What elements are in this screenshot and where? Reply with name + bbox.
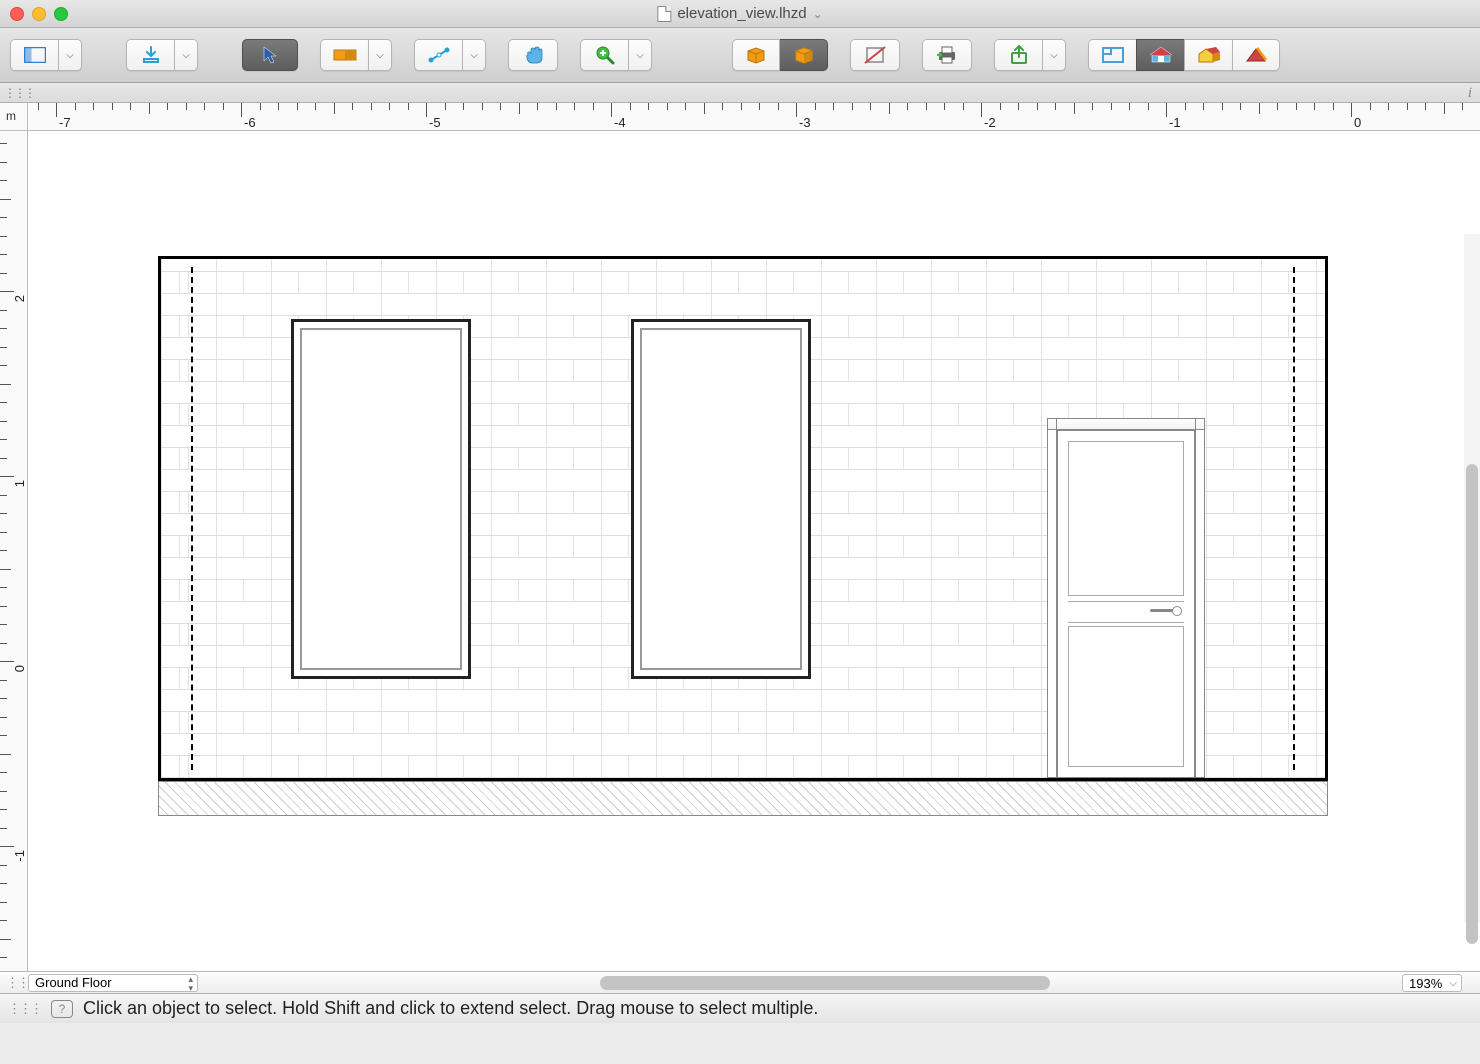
chevron-down-icon: ⌵ xyxy=(66,50,74,61)
level-bar: ⋮⋮⋮ Ground Floor ▴▾ 193% ⌵ xyxy=(0,971,1480,993)
horizontal-scrollbar-thumb[interactable] xyxy=(600,976,1050,990)
window-2[interactable] xyxy=(631,319,811,679)
wall-tool-button[interactable] xyxy=(320,39,368,71)
canvas[interactable] xyxy=(28,131,1480,971)
wall-edge-marker-right xyxy=(1293,267,1295,770)
3d-view-b-button[interactable] xyxy=(780,39,828,71)
chevron-down-icon: ⌵ xyxy=(1050,50,1058,61)
perspective-view-button[interactable] xyxy=(1184,39,1232,71)
dimension-tool-button[interactable] xyxy=(414,39,462,71)
chevron-down-icon: ⌵ xyxy=(470,50,478,61)
chevron-down-icon: ⌵ xyxy=(1449,978,1457,989)
document-title[interactable]: elevation_view.lhzd ⌄ xyxy=(657,5,822,22)
download-icon xyxy=(142,46,160,64)
grip-icon[interactable]: ⋮⋮⋮ xyxy=(8,1001,41,1017)
vertical-scrollbar-thumb[interactable] xyxy=(1466,464,1478,944)
door-1[interactable] xyxy=(1047,418,1205,778)
share-icon xyxy=(1010,45,1028,65)
vertical-ruler[interactable]: 3210-1 xyxy=(0,131,28,971)
house-roof-icon xyxy=(1243,45,1269,65)
hand-icon xyxy=(522,45,544,65)
section-icon xyxy=(863,45,887,65)
grip-icon[interactable]: ⋮⋮⋮ xyxy=(4,86,34,100)
ruler-options-bar: ⋮⋮⋮ i xyxy=(0,83,1480,103)
zoom-value: 193% xyxy=(1409,976,1442,991)
level-name: Ground Floor xyxy=(35,975,112,990)
horizontal-scrollbar[interactable] xyxy=(540,976,1380,990)
wall-edge-marker-left xyxy=(191,267,193,770)
ruler-unit-label: m xyxy=(0,103,28,131)
status-bar: ⋮⋮⋮ ? Click an object to select. Hold Sh… xyxy=(0,993,1480,1023)
status-hint: Click an object to select. Hold Shift an… xyxy=(83,998,818,1019)
wall-icon xyxy=(333,47,357,63)
updown-icon: ▴▾ xyxy=(188,975,193,993)
level-selector[interactable]: Ground Floor ▴▾ xyxy=(28,974,198,992)
window-controls xyxy=(10,7,68,21)
zoom-tool-button[interactable] xyxy=(580,39,628,71)
wall-tool-menu[interactable]: ⌵ xyxy=(368,39,392,71)
chevron-down-icon: ⌵ xyxy=(376,50,384,61)
render-view-button[interactable] xyxy=(1232,39,1280,71)
door-handle-icon xyxy=(1150,609,1180,612)
horizontal-ruler[interactable]: -7-6-5-4-3-2-10 xyxy=(28,103,1480,131)
toolbar: ⌵ ⌵ ⌵ ⌵ ⌵ xyxy=(0,28,1480,83)
dimension-icon xyxy=(428,46,450,64)
elevation-view-button[interactable] xyxy=(1136,39,1184,71)
chevron-down-icon: ⌵ xyxy=(636,50,644,61)
share-menu[interactable]: ⌵ xyxy=(1042,39,1066,71)
close-window-button[interactable] xyxy=(10,7,24,21)
pan-tool-button[interactable] xyxy=(508,39,558,71)
dimension-tool-menu[interactable]: ⌵ xyxy=(462,39,486,71)
sidebar-toggle-button[interactable] xyxy=(10,39,58,71)
titlebar: elevation_view.lhzd ⌄ xyxy=(0,0,1480,28)
plan-view-button[interactable] xyxy=(1088,39,1136,71)
import-menu[interactable]: ⌵ xyxy=(174,39,198,71)
chevron-down-icon: ⌵ xyxy=(182,50,190,61)
cube-filled-icon xyxy=(793,45,815,65)
zoom-in-icon xyxy=(595,45,615,65)
chevron-down-icon: ⌄ xyxy=(813,7,823,21)
wall-elevation[interactable] xyxy=(158,256,1328,781)
zoom-tool-menu[interactable]: ⌵ xyxy=(628,39,652,71)
window-1[interactable] xyxy=(291,319,471,679)
print-icon xyxy=(935,45,959,65)
help-icon[interactable]: ? xyxy=(51,1000,73,1018)
vertical-scrollbar[interactable] xyxy=(1464,234,1480,923)
select-tool-button[interactable] xyxy=(242,39,298,71)
house-3d-icon xyxy=(1196,45,1222,65)
minimize-window-button[interactable] xyxy=(32,7,46,21)
cursor-icon xyxy=(261,45,279,65)
fullscreen-window-button[interactable] xyxy=(54,7,68,21)
share-button[interactable] xyxy=(994,39,1042,71)
sidebar-toggle-menu[interactable]: ⌵ xyxy=(58,39,82,71)
document-filename: elevation_view.lhzd xyxy=(677,5,806,22)
document-icon xyxy=(657,6,671,22)
3d-view-a-button[interactable] xyxy=(732,39,780,71)
print-button[interactable] xyxy=(922,39,972,71)
ground-hatch xyxy=(158,781,1328,816)
section-tool-button[interactable] xyxy=(850,39,900,71)
plan-icon xyxy=(1101,46,1125,64)
import-button[interactable] xyxy=(126,39,174,71)
workspace: m -7-6-5-4-3-2-10 3210-1 xyxy=(0,103,1480,993)
info-icon[interactable]: i xyxy=(1468,85,1472,102)
cube-icon xyxy=(745,45,767,65)
zoom-selector[interactable]: 193% ⌵ xyxy=(1402,974,1462,992)
sidebar-icon xyxy=(24,47,46,63)
house-elevation-icon xyxy=(1148,46,1174,64)
elevation-drawing xyxy=(158,256,1328,816)
